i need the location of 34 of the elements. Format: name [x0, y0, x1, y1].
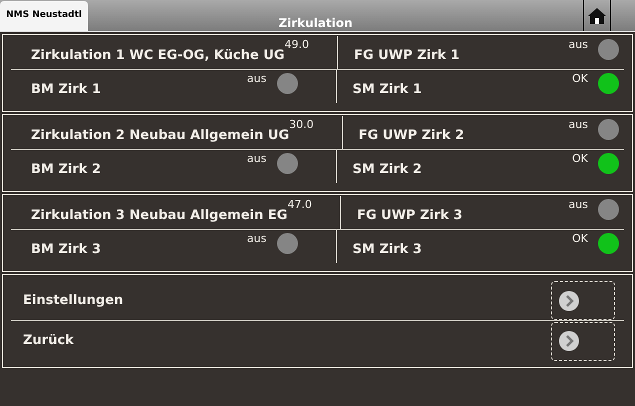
status-text: OK [572, 71, 588, 87]
location-tab[interactable]: NMS Neustadtl [0, 1, 88, 31]
home-icon [587, 6, 607, 24]
status-text: OK [572, 151, 588, 167]
menu-label: Zurück [22, 332, 74, 350]
signal-label: Zirkulation 3 Neubau Allgemein EG [31, 207, 288, 225]
signal-label: FG UWP Zirk 1 [354, 47, 460, 65]
signal-label: Zirkulation 2 Neubau Allgemein UG [31, 127, 290, 145]
value-reading: 47.0 [287, 197, 312, 213]
status-text: aus [568, 37, 588, 53]
signal-label: BM Zirk 3 [31, 241, 101, 259]
signal-label: FG UWP Zirk 3 [356, 207, 462, 225]
home-button[interactable] [583, 0, 611, 31]
signal-label: FG UWP Zirk 2 [358, 127, 464, 145]
signal-label: BM Zirk 2 [31, 161, 101, 179]
status-text: aus [247, 151, 266, 167]
signal-label: Zirkulation 1 WC EG-OG, Küche UG [31, 47, 285, 65]
value-reading: 30.0 [289, 117, 314, 133]
signal-label: SM Zirk 1 [352, 81, 422, 99]
signal-label: BM Zirk 1 [31, 81, 101, 99]
status-text: OK [572, 231, 588, 247]
status-text: aus [568, 117, 588, 133]
status-text: aus [568, 197, 588, 213]
status-text: aus [247, 231, 266, 247]
chevron-icon [558, 290, 580, 312]
chevron-icon [558, 330, 580, 352]
signal-label: SM Zirk 3 [352, 241, 422, 259]
window-title: Zirkulation [277, 15, 354, 31]
signal-label: SM Zirk 2 [352, 161, 422, 179]
value-reading: 49.0 [284, 37, 310, 53]
menu-label: Einstellungen [22, 292, 124, 310]
arrow-button[interactable] [551, 322, 615, 360]
arrow-button[interactable] [551, 281, 615, 320]
status-text: aus [247, 71, 266, 87]
